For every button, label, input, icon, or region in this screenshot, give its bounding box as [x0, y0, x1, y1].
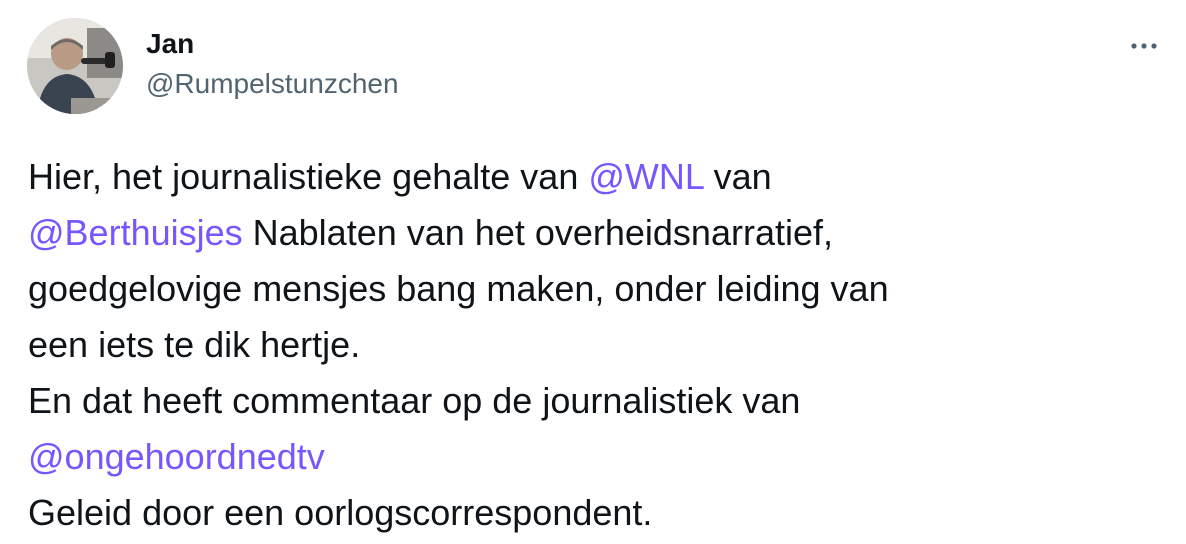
tweet-line: En dat heeft commentaar op de journalist… — [28, 380, 801, 421]
tweet-text-segment: van — [703, 156, 772, 197]
more-options-button[interactable] — [1126, 28, 1162, 64]
tweet-line: @Berthuisjes Nablaten van het overheidsn… — [28, 205, 1168, 261]
tweet-text-segment: Nablaten van het overheidsnarratief, — [242, 212, 834, 253]
tweet-text-segment: Hier, het journalistieke gehalte van — [28, 156, 589, 197]
tweet-line: Geleid door een oorlogscorrespondent. — [28, 492, 653, 533]
tweet: Jan @Rumpelstunzchen Hier, het journalis… — [0, 0, 1186, 544]
more-horizontal-icon — [1131, 43, 1157, 49]
tweet-line: @ongehoordnedtv — [28, 429, 1168, 485]
author-avatar[interactable] — [27, 18, 123, 114]
tweet-text: Hier, het journalistieke gehalte van @WN… — [28, 149, 1168, 541]
tweet-line: goedgelovige mensjes bang maken, onder l… — [28, 268, 889, 309]
mention-link-berthuisjes[interactable]: @Berthuisjes — [28, 212, 243, 253]
mention-link-wnl[interactable]: @WNL — [588, 156, 703, 197]
tweet-line: een iets te dik hertje. — [28, 324, 361, 365]
author-handle[interactable]: @Rumpelstunzchen — [146, 67, 399, 101]
author-name[interactable]: Jan — [146, 27, 194, 61]
mention-link-ongehoordnedtv[interactable]: @ongehoordnedtv — [28, 436, 325, 477]
profile-photo-icon — [27, 18, 123, 114]
tweet-line: Hier, het journalistieke gehalte van @WN… — [28, 149, 1168, 205]
